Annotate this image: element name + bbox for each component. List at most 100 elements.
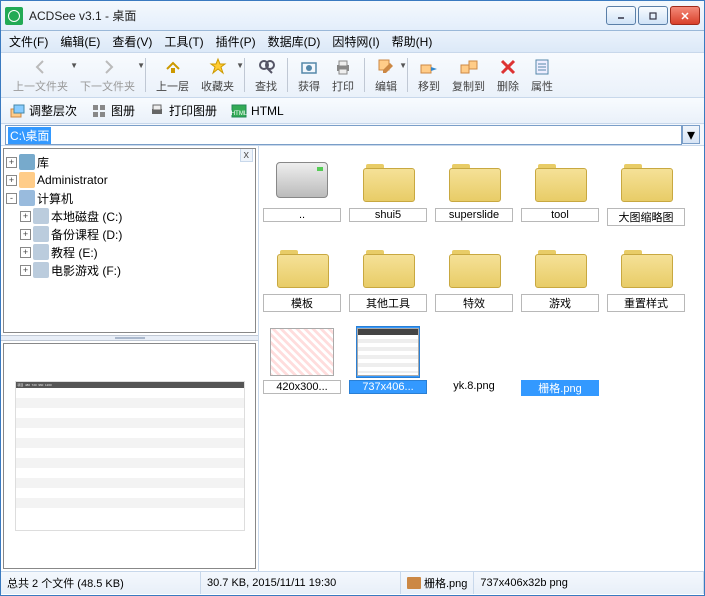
file-label: tool — [521, 208, 599, 222]
acquire-icon — [299, 57, 319, 77]
menu-file[interactable]: 文件(F) — [9, 33, 48, 50]
toolbar-fav-button[interactable]: 收藏夹▼ — [195, 55, 240, 96]
toolbar-left-button: 上一文件夹▼ — [7, 55, 74, 96]
folder-icon — [535, 160, 585, 200]
toolbar2-layers-button[interactable]: 调整层次 — [9, 102, 77, 119]
toolbar2-html-button[interactable]: HTMLHTML — [231, 103, 284, 119]
folder-icon — [535, 246, 585, 286]
tree-expand-button[interactable]: + — [6, 157, 17, 168]
pc-icon — [19, 190, 35, 206]
tree-expand-button[interactable]: + — [20, 211, 31, 222]
menu-edit[interactable]: 编辑(E) — [60, 33, 100, 50]
tree-item[interactable]: -计算机 — [6, 189, 253, 207]
status-bar: 总共 2 个文件 (48.5 KB) 30.7 KB, 2015/11/11 1… — [1, 571, 704, 594]
preview-image: 项目 480 720 960 1200 — [15, 381, 245, 531]
file-item[interactable]: 游戏 — [521, 240, 599, 312]
toolbar-acquire-button[interactable]: 获得 — [292, 55, 326, 96]
file-item[interactable]: superslide — [435, 154, 513, 226]
printalbum-icon — [149, 103, 165, 119]
maximize-button[interactable] — [638, 6, 668, 25]
folder-icon — [621, 246, 671, 286]
search-icon — [256, 57, 276, 77]
folder-icon — [449, 246, 499, 286]
tree-item[interactable]: +本地磁盘 (C:) — [6, 207, 253, 225]
file-label: shui5 — [349, 208, 427, 222]
tree-expand-button[interactable]: + — [20, 247, 31, 258]
file-item[interactable]: 重置样式 — [607, 240, 685, 312]
file-item[interactable]: 模板 — [263, 240, 341, 312]
toolbar-up-button[interactable]: 上一层 — [150, 55, 195, 96]
file-item[interactable]: tool — [521, 154, 599, 226]
menu-internet[interactable]: 因特网(I) — [332, 33, 379, 50]
toolbar-search-button[interactable]: 查找 — [249, 55, 283, 96]
tree-expand-button[interactable]: + — [20, 265, 31, 276]
del-icon — [498, 57, 518, 77]
minimize-button[interactable] — [606, 6, 636, 25]
file-item[interactable]: yk.8.png — [435, 326, 513, 396]
tree-expand-button[interactable]: - — [6, 193, 17, 204]
folder-icon — [621, 160, 671, 200]
close-button[interactable] — [670, 6, 700, 25]
hdd-icon — [33, 262, 49, 278]
menu-database[interactable]: 数据库(D) — [268, 33, 321, 50]
file-item[interactable]: 栅格.png — [521, 326, 599, 396]
path-dropdown-button[interactable]: ▾ — [682, 125, 700, 144]
dropdown-arrow-icon: ▼ — [137, 61, 145, 70]
tree-item[interactable]: +电影游戏 (F:) — [6, 261, 253, 279]
folder-icon — [363, 246, 413, 286]
svg-text:HTML: HTML — [231, 111, 247, 117]
tree-expand-button[interactable]: + — [20, 229, 31, 240]
toolbar-copy-button[interactable]: 复制到 — [446, 55, 491, 96]
folder-icon — [449, 160, 499, 200]
file-label: 420x300... — [263, 380, 341, 394]
right-icon — [98, 57, 118, 77]
tree-item[interactable]: + Administrator — [6, 171, 253, 189]
path-text: C:\桌面 — [8, 127, 51, 144]
tree-item[interactable]: +备份课程 (D:) — [6, 225, 253, 243]
file-label: .. — [263, 208, 341, 222]
file-type-icon — [407, 577, 421, 589]
copy-icon — [459, 57, 479, 77]
hdd-icon — [33, 244, 49, 260]
image-thumbnail — [270, 328, 334, 376]
user-icon — [19, 172, 35, 188]
menu-tools[interactable]: 工具(T) — [164, 33, 203, 50]
status-filename: 栅格.png — [401, 572, 474, 594]
tree-item-label: 教程 (E:) — [51, 244, 98, 261]
menu-help[interactable]: 帮助(H) — [392, 33, 433, 50]
file-grid[interactable]: .. shui5 superslide tool 大图缩略图模板其他工具特效游戏重置样式… — [259, 146, 704, 571]
status-dimensions: 737x406x32b png — [474, 572, 704, 594]
file-item[interactable]: 特效 — [435, 240, 513, 312]
preview-panel: 项目 480 720 960 1200 — [3, 343, 256, 569]
file-item[interactable]: shui5 — [349, 154, 427, 226]
status-total: 总共 2 个文件 (48.5 KB) — [1, 572, 201, 594]
drive-icon — [276, 162, 328, 198]
hdd-icon — [33, 208, 49, 224]
tree-item-label: Administrator — [37, 173, 108, 187]
file-item[interactable]: 737x406... — [349, 326, 427, 396]
toolbar-move-button[interactable]: 移到 — [412, 55, 446, 96]
toolbar-print-button[interactable]: 打印 — [326, 55, 360, 96]
file-item[interactable]: .. — [263, 154, 341, 226]
menu-plugins[interactable]: 插件(P) — [216, 33, 256, 50]
file-item[interactable]: 其他工具 — [349, 240, 427, 312]
menu-view[interactable]: 查看(V) — [112, 33, 152, 50]
toolbar-prop-button[interactable]: 属性 — [525, 55, 559, 96]
file-item[interactable]: 大图缩略图 — [607, 154, 685, 226]
toolbar-edit-button[interactable]: 编辑▼ — [369, 55, 403, 96]
horizontal-splitter[interactable] — [1, 335, 258, 341]
folder-icon — [277, 246, 327, 286]
file-item[interactable]: 420x300... — [263, 326, 341, 396]
panel-close-button[interactable]: x — [240, 148, 254, 162]
toolbar2-album-button[interactable]: 图册 — [91, 102, 135, 119]
file-label: 重置样式 — [607, 294, 685, 312]
file-label: 游戏 — [521, 294, 599, 312]
tree-expand-button[interactable]: + — [6, 175, 17, 186]
path-input[interactable]: C:\桌面 — [5, 125, 682, 145]
tree-item[interactable]: + 教程 (E:) — [6, 243, 253, 261]
toolbar-del-button[interactable]: 删除 — [491, 55, 525, 96]
toolbar2-printalbum-button[interactable]: 打印图册 — [149, 102, 217, 119]
file-label: 特效 — [435, 294, 513, 312]
tree-item[interactable]: +库 — [6, 153, 253, 171]
album-icon — [91, 103, 107, 119]
